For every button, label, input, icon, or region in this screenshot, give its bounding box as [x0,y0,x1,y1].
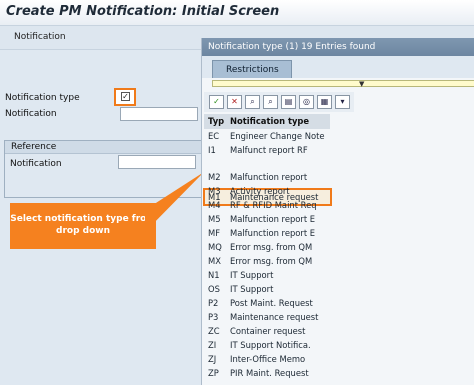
menu-item-notification[interactable]: Notification [14,32,66,42]
list-item[interactable]: OS IT Support [204,282,330,296]
row-code: ZJ [208,354,217,364]
row-description: Engineer Change Note [230,131,325,141]
list-item[interactable]: EC Engineer Change Note [204,129,330,143]
print-icon[interactable]: ▤ [281,95,296,109]
find-next-icon[interactable]: ⌕ [263,95,278,109]
confirm-icon[interactable]: ✓ [209,95,224,109]
window-titlebar: Create PM Notification: Initial Screen [0,0,474,26]
list-item[interactable]: ZP PIR Maint. Request [204,366,330,380]
row-code: ZC [208,326,220,336]
row-code: M4 [208,200,221,210]
settings-icon[interactable]: ◎ [299,95,314,109]
list-item[interactable]: P2 Post Maint. Request [204,296,330,310]
list-item[interactable]: M4 RF & RFID Maint Req [204,198,330,212]
list-item[interactable]: ZJ Inter-Office Memo [204,352,330,366]
popup-tab-strip: Restrictions [202,56,474,78]
row-description: IT Support Notifica. [230,340,311,350]
row-description: Maintenance request [230,312,319,322]
menu-dropdown-icon[interactable]: ▾ [335,95,350,109]
row-description: IT Support [230,284,274,294]
row-code: OS [208,284,220,294]
list-item[interactable]: M3 Activity report [204,184,330,198]
row-code: N1 [208,270,220,280]
row-code: M5 [208,214,221,224]
tab-restrictions-label: Restrictions [226,65,279,75]
row-code: M3 [208,186,221,196]
row-code: P2 [208,298,219,308]
tab-restrictions[interactable]: Restrictions [212,60,292,78]
reference-group: Reference [4,140,207,198]
row-description: Inter-Office Memo [230,354,306,364]
list-item[interactable]: MQ Error msg. from QM [204,240,330,254]
row-code: P3 [208,312,219,322]
row-description: Error msg. from QM [230,256,313,266]
row-description: Error msg. from QM [230,242,313,252]
cancel-icon[interactable]: ✕ [227,95,242,109]
notification-type-f4-button[interactable]: ✓ [114,88,136,106]
popup-header: Notification type (1) 19 Entries found [202,38,474,56]
popup-toolbar: ✓ ✕ ⌕ ⌕ ▤ ◎ ▦ ▾ [204,92,354,112]
row-code: MX [208,256,221,266]
row-description: Activity report [230,186,290,196]
list-item[interactable]: N1 IT Support [204,268,330,282]
list-item[interactable]: ZC Container request [204,324,330,338]
list-item[interactable]: MX Error msg. from QM [204,254,330,268]
row-code: ZP [208,368,219,378]
row-description: RF & RFID Maint Req [230,200,317,210]
callout-text: Select notification type from drop down [10,214,156,236]
row-code: MF [208,228,221,238]
list-item[interactable]: I1 Malfunct report RF [204,143,330,157]
f4-help-popup: Notification type (1) 19 Entries found R… [201,38,474,385]
list-item[interactable]: MF Malfunction report E [204,226,330,240]
row-code: EC [208,131,220,141]
reference-notification-label: Notification [10,159,62,169]
checkbox-icon: ✓ [121,92,130,101]
reference-notification-input[interactable] [118,155,196,169]
list-item[interactable]: ZI IT Support Notifica. [204,338,330,352]
list-item[interactable]: P3 Maintenance request [204,310,330,324]
reference-group-header: Reference [5,141,206,154]
reference-group-title: Reference [11,142,57,152]
popup-title: Notification type (1) 19 Entries found [208,42,376,52]
window-title: Create PM Notification: Initial Screen [6,4,280,19]
row-description: Malfunction report E [230,214,316,224]
row-code: M2 [208,172,221,182]
column-header-code: Typ [208,116,225,126]
row-code: ZI [208,340,217,350]
row-description: Post Maint. Request [230,298,313,308]
row-description: IT Support [230,270,274,280]
list-item[interactable]: M5 Malfunction report E [204,212,330,226]
row-description: Container request [230,326,306,336]
instruction-callout: Select notification type from drop down [10,203,156,249]
row-description: Malfunction report [230,172,308,182]
column-header-description: Notification type [230,116,310,126]
expand-arrow-icon: ▼ [359,80,365,88]
list-header: Typ Notification type [204,114,330,129]
list-item[interactable]: M2 Malfunction report [204,170,330,184]
layout-icon[interactable]: ▦ [317,95,332,109]
notification-label: Notification [5,109,57,119]
notification-input[interactable] [120,107,198,121]
row-description: PIR Maint. Request [230,368,309,378]
row-description: Malfunction report E [230,228,316,238]
restrictions-expander[interactable]: ▼ [212,80,474,88]
row-code: MQ [208,242,222,252]
row-code: I1 [208,145,216,155]
row-description: Malfunct report RF [230,145,308,155]
notification-type-label: Notification type [5,93,80,103]
find-icon[interactable]: ⌕ [245,95,260,109]
